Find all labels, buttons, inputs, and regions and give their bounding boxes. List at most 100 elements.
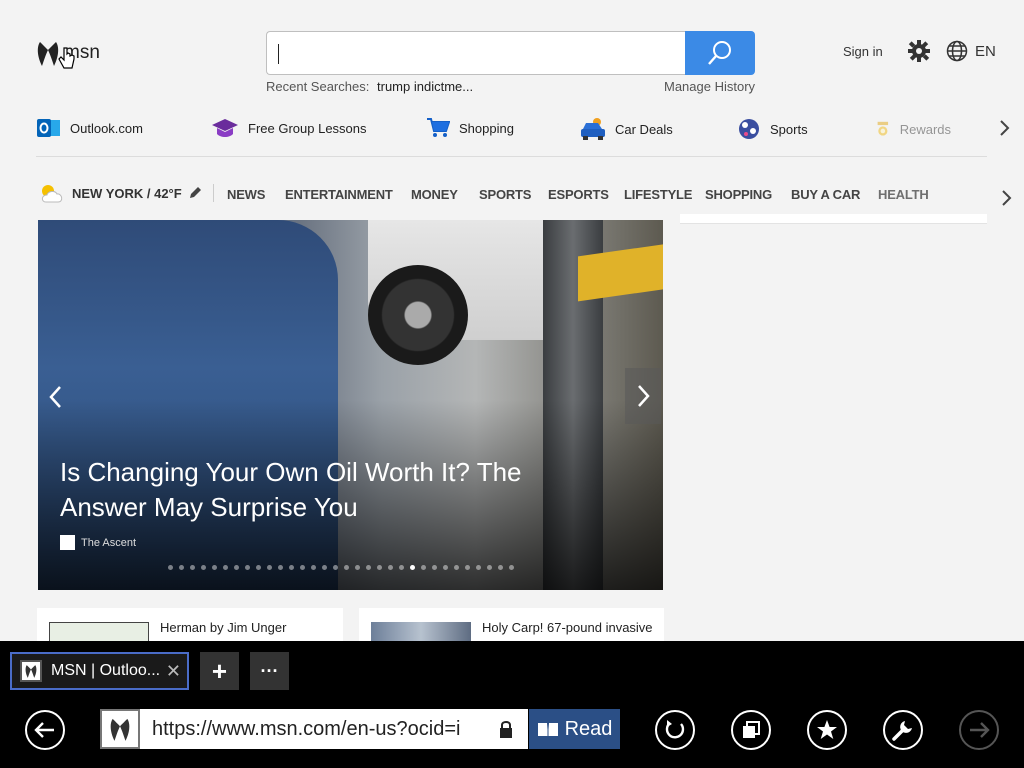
address-bar[interactable]: https://www.msn.com/en-us?ocid=i: [140, 709, 528, 749]
reading-view-button[interactable]: Read: [529, 709, 620, 749]
globe-icon[interactable]: [946, 40, 968, 62]
carousel-dot[interactable]: [245, 565, 250, 570]
card-title: Holy Carp! 67-pound invasive: [482, 620, 653, 635]
side-panel: [680, 214, 987, 224]
carousel-dot[interactable]: [223, 565, 228, 570]
carousel-dot[interactable]: [355, 565, 360, 570]
carousel-dot[interactable]: [179, 565, 184, 570]
carousel-next-button[interactable]: [625, 368, 661, 424]
carousel-dot[interactable]: [432, 565, 437, 570]
quicklink-shopping[interactable]: Shopping: [426, 117, 514, 139]
carousel-indicators[interactable]: [168, 565, 514, 570]
forward-button[interactable]: [959, 710, 999, 750]
medal-icon: [877, 121, 889, 136]
back-button[interactable]: [25, 710, 65, 750]
tools-button[interactable]: [883, 710, 923, 750]
card-thumbnail: [49, 622, 149, 641]
manage-history-link[interactable]: Manage History: [664, 79, 755, 94]
gear-icon[interactable]: [908, 40, 930, 62]
search-button[interactable]: [685, 31, 755, 75]
carousel-dot[interactable]: [509, 565, 514, 570]
nav-esports[interactable]: ESPORTS: [548, 187, 609, 202]
news-card[interactable]: Herman by Jim Unger: [37, 608, 343, 641]
carousel-dot[interactable]: [399, 565, 404, 570]
butterfly-icon: [37, 42, 59, 66]
carousel-dot[interactable]: [289, 565, 294, 570]
search-input[interactable]: [266, 31, 686, 75]
carousel-dot[interactable]: [278, 565, 283, 570]
star-icon: [817, 720, 837, 739]
carousel-dot[interactable]: [366, 565, 371, 570]
nav-news[interactable]: NEWS: [227, 187, 265, 202]
quicklink-sports[interactable]: Sports: [737, 117, 808, 141]
carousel-dot[interactable]: [256, 565, 261, 570]
quicklink-group-lessons[interactable]: Free Group Lessons: [211, 117, 367, 139]
quicklink-car-deals[interactable]: Car Deals: [580, 117, 673, 141]
news-card[interactable]: Holy Carp! 67-pound invasive: [359, 608, 664, 641]
carousel-dot[interactable]: [443, 565, 448, 570]
sign-in-link[interactable]: Sign in: [843, 44, 883, 59]
carousel-dot[interactable]: [421, 565, 426, 570]
carousel-dot[interactable]: [201, 565, 206, 570]
carousel-dot[interactable]: [311, 565, 316, 570]
carousel-dot[interactable]: [234, 565, 239, 570]
nav-money[interactable]: MONEY: [411, 187, 458, 202]
read-label: Read: [564, 717, 613, 740]
carousel-dot[interactable]: [410, 565, 415, 570]
quicklink-label: Car Deals: [615, 121, 673, 137]
quicklink-outlook[interactable]: Outlook.com: [37, 117, 143, 139]
url-text: https://www.msn.com/en-us?ocid=i: [152, 717, 461, 740]
carousel-dot[interactable]: [388, 565, 393, 570]
quicklink-label: Sports: [770, 121, 808, 137]
carousel-dot[interactable]: [190, 565, 195, 570]
chevron-right-icon[interactable]: [998, 118, 1012, 138]
car-icon: [581, 118, 605, 140]
source-logo: [60, 535, 75, 550]
carousel-dot[interactable]: [212, 565, 217, 570]
carousel-dot[interactable]: [377, 565, 382, 570]
new-tab-button[interactable]: +: [200, 652, 239, 690]
nav-shopping[interactable]: SHOPPING: [705, 187, 772, 202]
carousel-dot[interactable]: [498, 565, 503, 570]
pencil-icon[interactable]: [188, 186, 202, 200]
carousel-dot[interactable]: [454, 565, 459, 570]
quicklink-rewards[interactable]: Rewards: [875, 117, 951, 141]
source-name: The Ascent: [81, 536, 137, 549]
search-icon: [708, 41, 731, 65]
carousel-dot[interactable]: [267, 565, 272, 570]
tabs-icon: [743, 721, 760, 738]
nav-sports[interactable]: SPORTS: [479, 187, 531, 202]
carousel-dot[interactable]: [333, 565, 338, 570]
recent-search-item[interactable]: trump indictme...: [377, 79, 473, 94]
chevron-right-icon[interactable]: [1000, 188, 1014, 208]
carousel-dot[interactable]: [322, 565, 327, 570]
nav-lifestyle[interactable]: LIFESTYLE: [624, 187, 692, 202]
nav-entertainment[interactable]: ENTERTAINMENT: [285, 187, 393, 202]
carousel-dot[interactable]: [476, 565, 481, 570]
text-caret: [278, 44, 279, 64]
carousel-prev-button[interactable]: [46, 382, 66, 412]
favorites-button[interactable]: [807, 710, 847, 750]
tabs-button[interactable]: [731, 710, 771, 750]
nav-buy-a-car[interactable]: BUY A CAR: [791, 187, 860, 202]
nav-health[interactable]: HEALTH: [878, 187, 929, 202]
refresh-button[interactable]: [655, 710, 695, 750]
carousel-dot[interactable]: [344, 565, 349, 570]
wrench-icon: [892, 721, 912, 741]
hero-carousel[interactable]: Is Changing Your Own Oil Worth It? The A…: [38, 220, 663, 590]
mouse-cursor-icon: [58, 47, 75, 69]
browser-tab[interactable]: MSN | Outloo... ✕: [10, 652, 189, 690]
hero-title[interactable]: Is Changing Your Own Oil Worth It? The A…: [60, 455, 600, 525]
close-tab-icon[interactable]: ✕: [166, 661, 181, 682]
carousel-dot[interactable]: [465, 565, 470, 570]
partly-sunny-icon: [41, 185, 63, 203]
language-selector[interactable]: EN: [975, 43, 996, 60]
carousel-dot[interactable]: [300, 565, 305, 570]
more-tabs-button[interactable]: ···: [250, 652, 289, 690]
carousel-dot[interactable]: [168, 565, 173, 570]
card-thumbnail: [371, 622, 471, 641]
hero-source[interactable]: The Ascent: [60, 535, 136, 550]
carousel-dot[interactable]: [487, 565, 492, 570]
weather-widget[interactable]: NEW YORK / 42°F: [38, 182, 202, 204]
sports-ball-icon: [739, 119, 759, 139]
